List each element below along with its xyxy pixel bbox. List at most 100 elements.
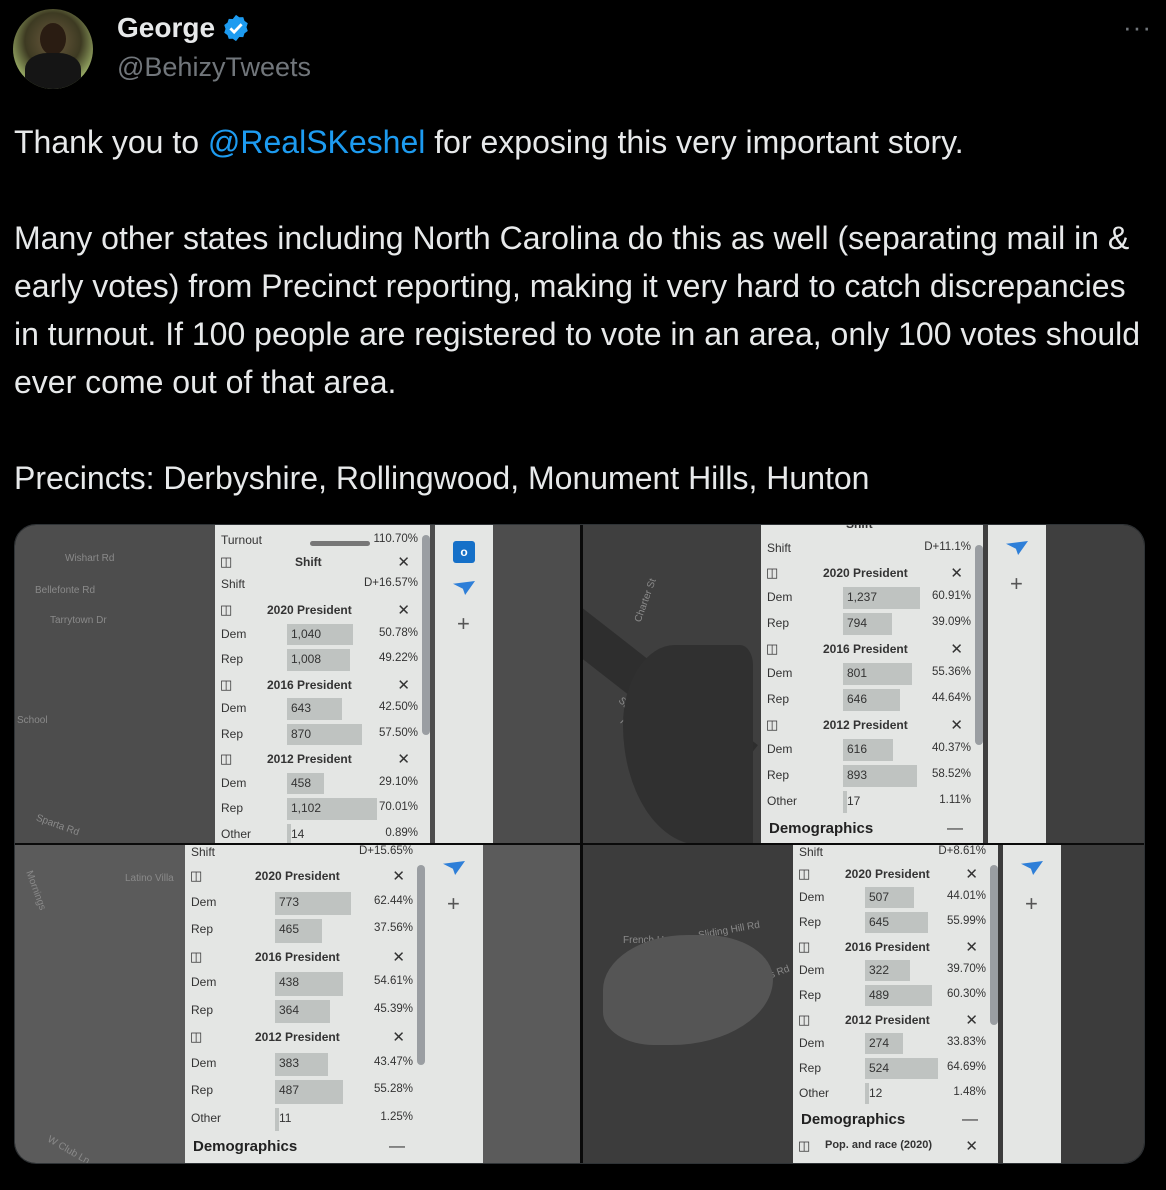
vote-percent: 50.78% <box>378 626 418 639</box>
close-icon[interactable]: ✕ <box>950 640 963 658</box>
close-icon[interactable]: ✕ <box>392 1028 405 1046</box>
vote-percent: 42.50% <box>378 701 418 713</box>
result-row: Rep 1,102 70.01% <box>215 797 430 821</box>
author-name-row[interactable]: George <box>117 12 251 44</box>
close-icon[interactable]: ✕ <box>392 948 405 966</box>
vote-count: 801 <box>847 666 868 680</box>
media-image-2[interactable]: Charter StPatterson AveKensington AveStu… <box>583 525 1144 843</box>
plus-icon[interactable]: + <box>1010 571 1023 597</box>
map-icon[interactable]: ◫ <box>766 565 778 581</box>
close-icon[interactable]: ✕ <box>397 750 410 768</box>
close-icon[interactable]: ✕ <box>950 716 963 734</box>
election-header-row[interactable]: ◫ 2020 President ✕ <box>185 865 425 891</box>
map-icon[interactable]: ◫ <box>220 602 232 618</box>
vote-count: 870 <box>291 726 312 741</box>
vote-count: 1,008 <box>291 652 322 666</box>
vote-count: 11 <box>279 1110 292 1125</box>
demographics-header[interactable]: Demographics <box>769 820 873 837</box>
shift-value: D+11.1% <box>924 541 971 553</box>
close-icon[interactable]: ✕ <box>965 938 978 956</box>
map-icon[interactable]: ◫ <box>220 751 232 767</box>
media-image-4[interactable]: French HaySliding Hill RdKings Acres RdS… <box>583 845 1144 1163</box>
map-icon[interactable]: ◫ <box>220 554 232 570</box>
panel-scrollbar[interactable] <box>422 535 430 735</box>
panel-scrollbar[interactable] <box>417 865 425 1065</box>
shift-row: Shift D+11.1% <box>761 537 983 561</box>
turnout-slider[interactable] <box>310 541 370 546</box>
map-street-label: W Club Ln <box>45 1134 92 1164</box>
author-handle[interactable]: @BehizyTweets <box>117 52 311 83</box>
party-label: Dem <box>221 701 247 715</box>
election-header-row[interactable]: ◫ 2016 President ✕ <box>185 946 425 972</box>
avatar[interactable] <box>13 9 93 89</box>
map-icon[interactable]: ◫ <box>798 1012 810 1028</box>
map-icon[interactable]: ◫ <box>766 717 778 733</box>
close-icon[interactable]: ✕ <box>397 553 410 571</box>
vote-count: 507 <box>869 890 890 904</box>
send-icon[interactable] <box>443 861 465 875</box>
map-icon[interactable]: ◫ <box>190 1029 202 1045</box>
plus-icon[interactable]: + <box>457 611 470 637</box>
tweet-paragraph-3: Precincts: Derbyshire, Rollingwood, Monu… <box>14 460 870 496</box>
media-image-1[interactable]: Wishart Rd Bellefonte Rd Tarrytown Dr Schoo… <box>15 525 580 843</box>
vote-percent: 54.61% <box>373 975 413 987</box>
map-icon[interactable]: ◫ <box>798 866 810 882</box>
result-row: Dem 773 62.44% <box>185 891 425 917</box>
vote-count: 438 <box>279 975 300 989</box>
close-icon[interactable]: ✕ <box>965 1011 978 1029</box>
election-header-row[interactable]: ◫ 2016 President ✕ <box>761 638 983 662</box>
plus-icon[interactable]: + <box>1025 891 1038 917</box>
outlook-icon[interactable]: o <box>453 541 475 563</box>
election-header-row[interactable]: ◫ 2020 President ✕ <box>793 863 998 886</box>
result-row: Dem 438 54.61% <box>185 971 425 997</box>
collapse-icon[interactable]: — <box>947 820 963 838</box>
result-row: Dem 643 42.50% <box>215 697 430 721</box>
media-image-3[interactable]: Mornings Latino Villa W Club Ln Shift D+15.6… <box>15 845 580 1164</box>
pop-race-row[interactable]: ◫ Pop. and race (2020) ✕ <box>793 1135 998 1159</box>
map-icon[interactable]: ◫ <box>798 939 810 955</box>
close-icon[interactable]: ✕ <box>397 601 410 619</box>
map-icon[interactable]: ◫ <box>190 868 202 884</box>
election-header-row[interactable]: ◫ 2016 President ✕ <box>793 936 998 959</box>
election-header-row[interactable]: ◫ 2012 President ✕ <box>215 748 430 772</box>
close-icon[interactable]: ✕ <box>965 865 978 883</box>
send-icon[interactable] <box>1021 861 1043 875</box>
election-header-row[interactable]: ◫ 2016 President ✕ <box>215 674 430 698</box>
map-icon[interactable]: ◫ <box>798 1138 810 1154</box>
demographics-header[interactable]: Demographics <box>193 1138 297 1155</box>
party-label: Rep <box>799 915 822 929</box>
shift-label: Shift <box>767 541 792 555</box>
close-icon[interactable]: ✕ <box>950 564 963 582</box>
demographics-header[interactable]: Demographics <box>801 1111 905 1128</box>
shift-header: Shift <box>295 555 322 569</box>
election-header-row[interactable]: ◫ 2020 President ✕ <box>761 562 983 586</box>
close-icon[interactable]: ✕ <box>397 676 410 694</box>
election-header-row[interactable]: ◫ 2012 President ✕ <box>793 1009 998 1032</box>
plus-icon[interactable]: + <box>447 891 460 917</box>
collapse-icon[interactable]: — <box>962 1111 978 1129</box>
map-icon[interactable]: ◫ <box>220 677 232 693</box>
display-name[interactable]: George <box>117 12 215 44</box>
close-icon[interactable]: ✕ <box>965 1137 978 1155</box>
result-row: Rep 794 39.09% <box>761 612 983 636</box>
media-grid[interactable]: Wishart Rd Bellefonte Rd Tarrytown Dr Schoo… <box>14 524 1145 1164</box>
election-header-row[interactable]: ◫ 2012 President ✕ <box>185 1026 425 1052</box>
mention-link[interactable]: @RealSKeshel <box>208 124 425 160</box>
party-label: Dem <box>767 590 793 604</box>
panel-scrollbar[interactable] <box>975 545 983 745</box>
more-options-icon[interactable]: ··· <box>1123 12 1152 43</box>
map-icon[interactable]: ◫ <box>190 949 202 965</box>
send-icon[interactable] <box>1006 541 1028 555</box>
send-icon[interactable] <box>453 581 475 595</box>
election-header-row[interactable]: ◫ 2012 President ✕ <box>761 714 983 738</box>
close-icon[interactable]: ✕ <box>392 867 405 885</box>
collapse-icon[interactable]: — <box>389 1138 405 1156</box>
vote-percent: 60.91% <box>931 590 971 602</box>
map-icon[interactable]: ◫ <box>766 641 778 657</box>
vote-percent: 39.70% <box>946 963 986 975</box>
election-header-row[interactable]: ◫ 2020 President ✕ <box>215 599 430 623</box>
party-label: Dem <box>767 742 793 756</box>
panel-scrollbar[interactable] <box>990 865 998 1025</box>
result-row: Dem 507 44.01% <box>793 886 998 909</box>
